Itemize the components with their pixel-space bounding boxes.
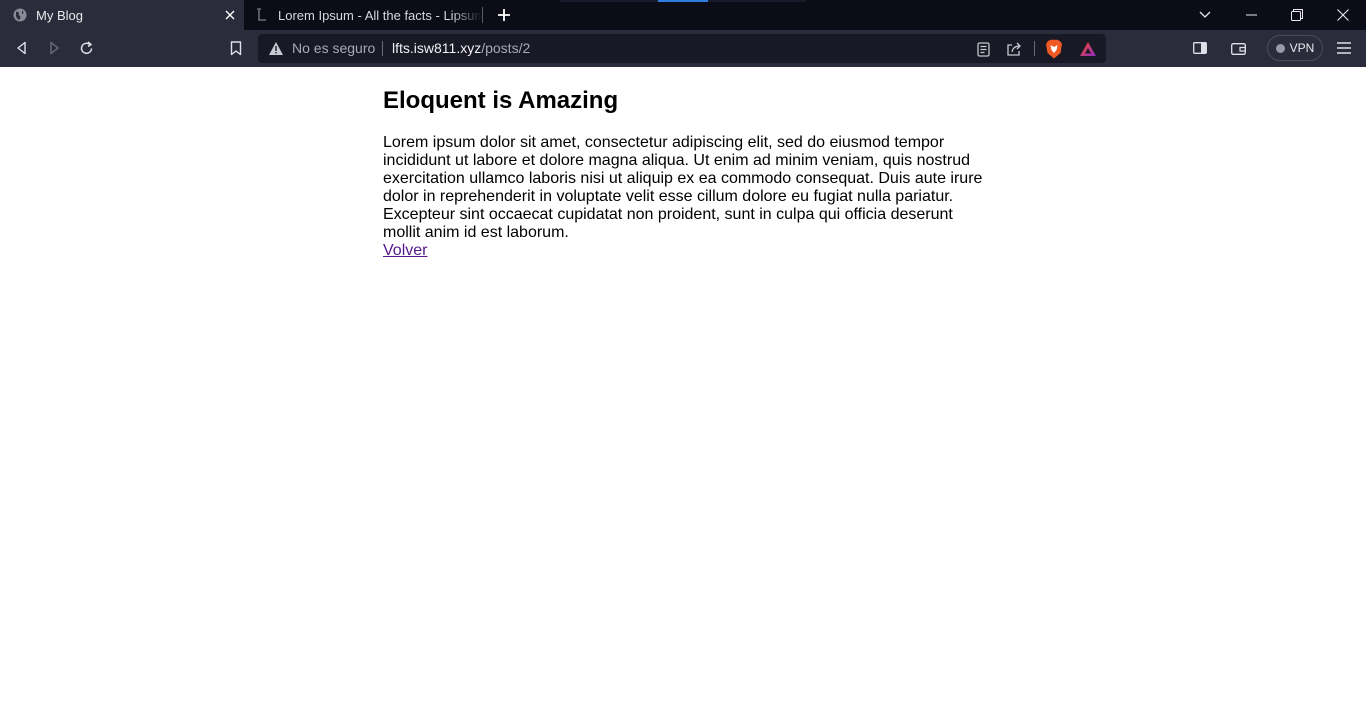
close-tab-icon[interactable] [220,5,240,25]
address-divider [382,41,383,56]
brave-rewards-icon[interactable] [1078,39,1098,59]
lipsum-favicon-icon [254,7,270,23]
page-content: Eloquent is Amazing Lorem ipsum dolor si… [383,67,988,260]
address-bar[interactable]: No es seguro lfts.isw811.xyz/posts/2 [258,34,1106,63]
url-text[interactable]: lfts.isw811.xyz/posts/2 [392,34,530,63]
sidebar-button[interactable] [1187,36,1213,60]
tab-lorem-ipsum[interactable]: Lorem Ipsum - All the facts - Lipsum gen… [246,0,482,30]
plus-icon [498,9,510,21]
post-title: Eloquent is Amazing [383,87,619,114]
vpn-status-icon [1275,43,1285,53]
forward-arrow-icon [50,41,59,55]
tab-search-button[interactable] [1182,0,1228,30]
forward-button[interactable] [41,36,67,60]
wallet-button[interactable] [1225,36,1251,60]
post-body: Lorem ipsum dolor sit amet, consectetur … [383,134,983,241]
back-link[interactable]: Volver [383,242,427,260]
close-window-button[interactable] [1320,0,1366,30]
bookmark-button[interactable] [223,36,249,60]
chevron-down-icon [1199,11,1211,18]
tab-separator [482,7,483,23]
bookmark-icon [230,40,242,55]
browser-toolbar: No es seguro lfts.isw811.xyz/posts/2 VPN [0,30,1366,67]
url-host: lfts.isw811.xyz [392,40,482,56]
restore-icon [1291,9,1303,21]
tab-my-blog[interactable]: My Blog [0,0,244,30]
back-button[interactable] [9,36,35,60]
brave-shields-icon[interactable] [1044,39,1064,59]
hamburger-menu-icon [1337,42,1351,54]
close-icon [1337,9,1349,21]
restore-button[interactable] [1274,0,1320,30]
wallet-icon [1230,42,1246,55]
warning-icon[interactable] [268,41,284,56]
share-icon[interactable] [1004,39,1024,59]
reader-mode-icon[interactable] [973,39,993,59]
tab-strip-indicator-active [658,0,708,2]
security-label[interactable]: No es seguro [292,34,375,63]
tab-title: Lorem Ipsum - All the facts - Lipsum gen… [278,7,482,23]
address-divider-right [1034,41,1035,56]
menu-button[interactable] [1331,36,1357,60]
minimize-button[interactable] [1228,0,1274,30]
tab-strip: My Blog Lorem Ipsum - All the facts - Li… [0,0,1366,30]
minimize-icon [1245,14,1257,16]
vpn-label: VPN [1289,41,1315,55]
new-tab-button[interactable] [492,3,516,27]
globe-icon [12,7,28,23]
sidebar-icon [1193,42,1207,54]
reload-icon [80,40,92,54]
back-arrow-icon [17,41,26,55]
url-path: /posts/2 [481,40,531,56]
tab-title: My Blog [36,7,83,23]
vpn-button[interactable]: VPN [1267,35,1323,61]
reload-button[interactable] [73,36,99,60]
